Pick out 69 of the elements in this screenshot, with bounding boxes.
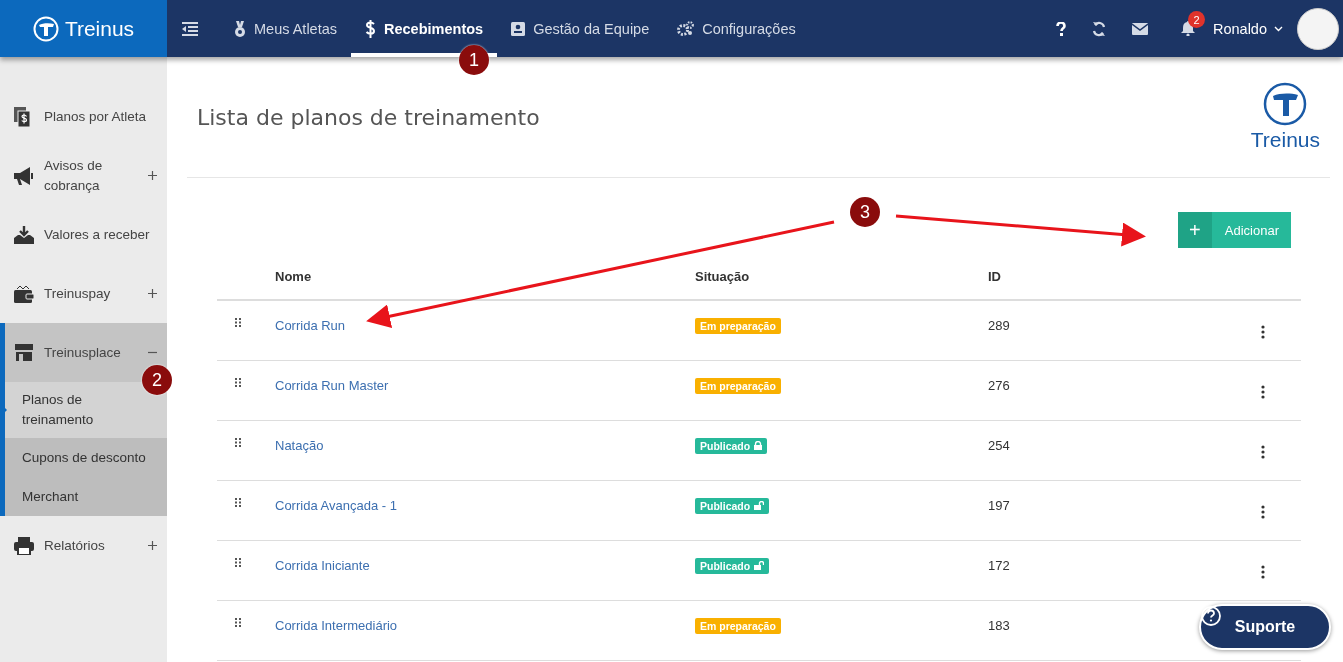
sync-icon[interactable] (1092, 20, 1106, 37)
more-options-icon[interactable] (1261, 325, 1265, 339)
chevron-down-icon (1274, 25, 1283, 32)
nav-tab[interactable]: Configurações (663, 0, 810, 57)
more-options-icon[interactable] (1261, 564, 1265, 579)
dollar-icon (365, 19, 376, 38)
status-badge: Publicado (695, 437, 768, 454)
drag-handle-icon[interactable] (235, 497, 241, 507)
callout-number: 1 (459, 45, 489, 75)
more-options-icon[interactable] (1261, 444, 1265, 459)
plan-id: 254 (988, 437, 1010, 453)
column-header: Situação (695, 269, 750, 284)
more-options-icon[interactable] (1261, 384, 1265, 399)
drag-handle-icon[interactable] (235, 557, 241, 567)
wallet-icon (14, 284, 34, 303)
drag-handle-icon[interactable] (235, 617, 241, 627)
user-menu[interactable]: Ronaldo (1213, 20, 1283, 37)
status-badge: Em preparação (695, 318, 781, 334)
column-header: Nome (275, 269, 312, 284)
plan-id: 289 (988, 318, 1010, 333)
nav-tab[interactable]: Gestão da Equipe (497, 0, 664, 57)
status-badge: Em preparação (695, 617, 781, 634)
sidebar-subitem[interactable]: Merchant (5, 477, 167, 516)
status-badge: Publicado (695, 497, 770, 514)
support-button[interactable]: Suporte (1199, 604, 1331, 650)
id-card-icon (511, 21, 526, 36)
plan-name-link[interactable]: Corrida Iniciante (275, 557, 370, 573)
plan-id: 172 (988, 557, 1010, 573)
help-circle-icon (1201, 606, 1221, 626)
user-avatar[interactable] (1297, 7, 1339, 50)
mail-icon[interactable] (1132, 22, 1148, 35)
gears-icon (677, 21, 695, 36)
drag-handle-icon[interactable] (235, 437, 241, 447)
notification-badge: 2 (1188, 11, 1205, 28)
plan-id: 183 (988, 617, 1010, 633)
status-badge: Em preparação (695, 377, 781, 394)
sidebar-item[interactable]: Valores a receber (0, 205, 167, 264)
printer-icon (14, 536, 34, 555)
column-header: ID (988, 269, 1001, 284)
brand-logo: Treinus (1250, 82, 1320, 152)
tray-download-icon (14, 225, 34, 244)
sidebar-item[interactable]: Relatórios (0, 516, 167, 575)
sidebar-item[interactable]: Planos por Atleta (0, 87, 167, 146)
callout-number: 3 (850, 197, 880, 227)
plan-name-link[interactable]: Corrida Run (275, 318, 346, 333)
plan-id: 197 (988, 497, 1010, 513)
plan-id: 276 (988, 377, 1010, 393)
sidebar-item[interactable]: Treinuspay (0, 264, 167, 323)
status-badge: Publicado (695, 557, 770, 574)
page-title: Lista de planos de treinamento (197, 104, 541, 130)
medal-icon (234, 20, 246, 37)
collapse-menu-icon[interactable] (182, 21, 198, 36)
plan-name-link[interactable]: Corrida Intermediário (275, 617, 398, 633)
sidebar-item[interactable]: Avisos de cobrança (0, 146, 167, 205)
brand-logo[interactable]: Treinus (0, 0, 167, 57)
plan-name-link[interactable]: Corrida Avançada - 1 (275, 497, 397, 513)
drag-handle-icon[interactable] (235, 318, 241, 327)
document-dollar-icon (14, 106, 32, 127)
plan-name-link[interactable]: Natação (275, 437, 324, 453)
store-icon (14, 344, 34, 361)
logo-icon (1263, 82, 1308, 126)
sidebar-subitem[interactable]: Cupons de desconto (5, 438, 167, 477)
help-icon[interactable] (1056, 21, 1066, 36)
plan-name-link[interactable]: Corrida Run Master (275, 377, 389, 393)
megaphone-icon (14, 166, 36, 185)
more-options-icon[interactable] (1261, 504, 1265, 519)
logo-icon (32, 15, 59, 42)
nav-tab[interactable]: Meus Atletas (220, 0, 351, 57)
drag-handle-icon[interactable] (235, 377, 241, 387)
